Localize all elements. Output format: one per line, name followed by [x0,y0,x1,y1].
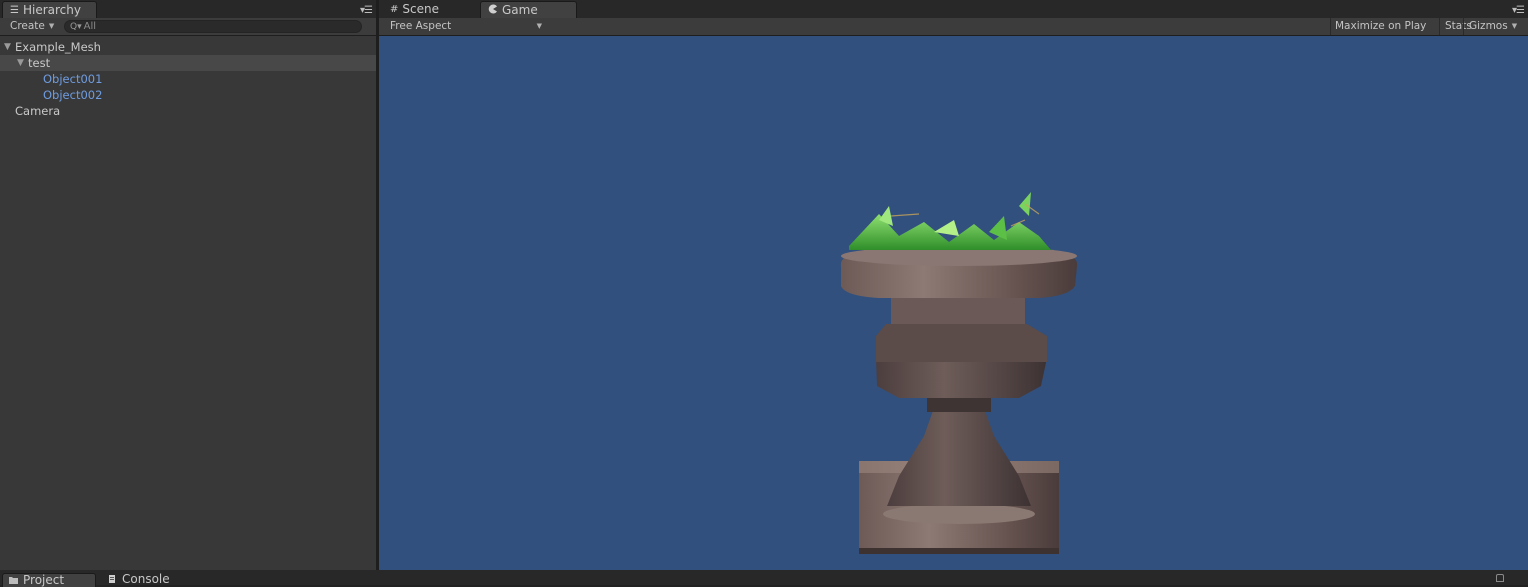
pacman-icon [488,2,498,19]
bottom-tabbar: Project Console [0,570,1528,587]
tree-item-example-mesh[interactable]: ▼ Example_Mesh [0,39,376,55]
hierarchy-tabbar: ☰ Hierarchy ▾☰ [0,0,376,18]
tab-scene[interactable]: # Scene [383,1,477,18]
tab-hierarchy-label: Hierarchy [22,3,81,17]
tree-item-object002[interactable]: Object002 [0,87,376,103]
gizmos-label: Gizmos [1469,20,1508,32]
toolbar-divider [1330,18,1331,35]
list-icon: ☰ [10,5,19,16]
chevron-down-icon: ▼ [48,22,55,30]
hierarchy-tree: ▼ Example_Mesh ▼ test Object001 Object00… [0,39,376,119]
maximize-on-play-toggle[interactable]: Maximize on Play [1335,18,1426,35]
gizmos-dropdown[interactable]: Gizmos ▼ [1469,18,1517,35]
tab-game-label: Game [502,3,538,17]
panel-menu-icon[interactable]: ▾☰ [360,5,373,16]
game-toolbar: Free Aspect ▼ Maximize on Play Stats Giz… [379,18,1528,36]
game-viewport[interactable] [379,36,1528,570]
tree-item-object001[interactable]: Object001 [0,71,376,87]
lock-icon[interactable] [1496,574,1504,582]
game-tabbar: # Scene Game ▾☰ [379,0,1528,18]
chevron-down-icon: ▼ [536,22,542,30]
aspect-dropdown-label: Free Aspect [390,20,452,32]
tree-item-label: Object001 [43,72,103,86]
tree-item-label: Camera [15,104,61,118]
game-panel: # Scene Game ▾☰ Free Aspect ▼ Maximize on… [379,0,1528,570]
tab-hierarchy[interactable]: ☰ Hierarchy [2,1,97,18]
console-icon [109,575,115,583]
search-input[interactable]: Q▾ All [64,20,362,33]
expand-arrow-icon[interactable]: ▼ [4,39,11,55]
create-button[interactable]: Create ▼ [10,18,54,35]
hierarchy-panel: ☰ Hierarchy ▾☰ Create ▼ Q▾ All ▼ Example_Me… [0,0,376,570]
maximize-on-play-label: Maximize on Play [1335,20,1427,32]
tree-item-label: Object002 [43,88,103,102]
create-button-label: Create [10,20,45,32]
foliage [849,192,1051,250]
expand-arrow-icon[interactable]: ▼ [17,55,24,71]
aspect-dropdown[interactable]: Free Aspect ▼ [390,18,542,35]
folder-icon [9,577,18,584]
toolbar-divider [1463,18,1464,35]
search-placeholder: All [83,21,97,32]
tab-game[interactable]: Game [480,1,577,18]
planter-urn-render [840,192,1078,554]
stats-toggle[interactable]: Stats [1445,18,1472,35]
tree-item-label: test [28,56,51,70]
stats-label: Stats [1445,20,1472,32]
tab-scene-label: Scene [402,2,439,16]
toolbar-divider [1439,18,1440,35]
tree-item-camera[interactable]: Camera [0,103,376,119]
tree-item-test[interactable]: ▼ test [0,55,376,71]
search-icon: Q▾ [70,22,82,32]
grid-icon: # [390,4,399,15]
hierarchy-toolbar: Create ▼ Q▾ All [0,18,376,36]
tree-item-label: Example_Mesh [15,40,101,54]
tab-console-label: Console [122,572,170,586]
chevron-down-icon: ▼ [1511,22,1518,30]
panel-menu-icon[interactable]: ▾☰ [1512,5,1525,16]
